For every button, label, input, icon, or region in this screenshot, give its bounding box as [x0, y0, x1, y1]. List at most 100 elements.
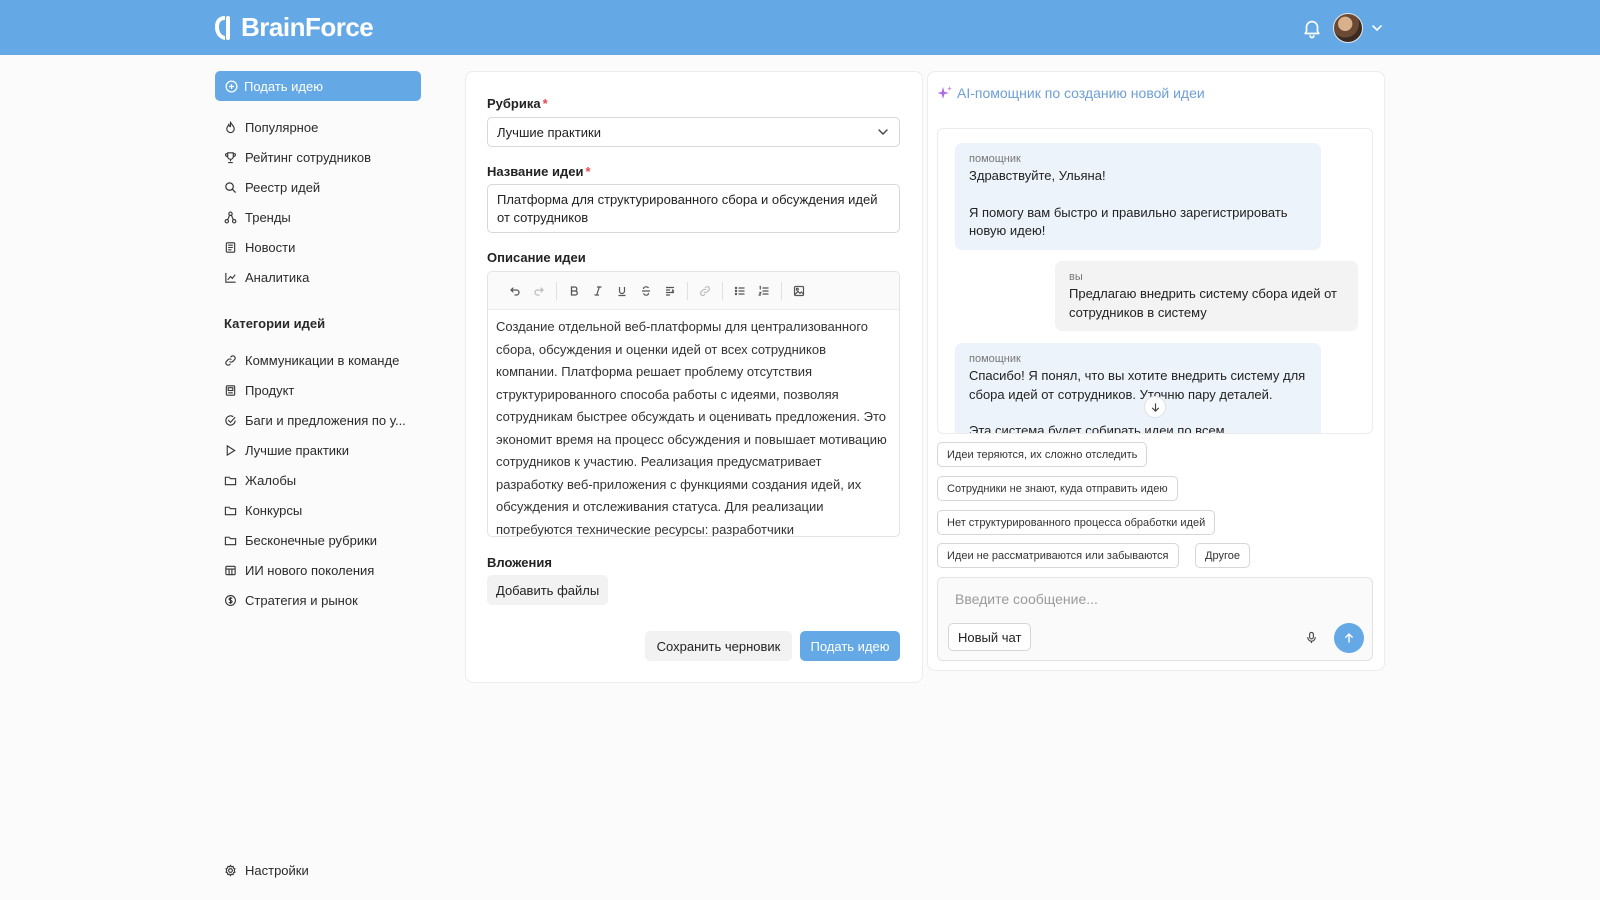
box-icon	[225, 384, 236, 396]
sidebar-item-label: Новости	[245, 239, 296, 255]
sidebar-item-label: Коммуникации в команде	[245, 352, 400, 368]
submit-idea-sidebar-button[interactable]: Подать идею	[215, 71, 421, 101]
link-button[interactable]	[693, 279, 717, 303]
idea-title-input[interactable]: Платформа для структурированного сбора и…	[487, 184, 900, 233]
flame-icon	[226, 120, 235, 133]
message-text: Спасибо! Я понял, что вы хотите внедрить…	[969, 368, 1306, 402]
numbered-list-icon	[758, 285, 769, 296]
chat-history[interactable]: помощник Здравствуйте, Ульяна! Я помогу …	[937, 128, 1373, 434]
arrow-up-icon	[1345, 633, 1353, 643]
category-label-text: Рубрика	[487, 96, 541, 111]
bold-button[interactable]	[562, 279, 586, 303]
brand-logo[interactable]: BrainForce	[213, 12, 374, 43]
strikethrough-icon	[642, 285, 650, 296]
bullet-list-button[interactable]	[728, 279, 752, 303]
message-input[interactable]	[955, 589, 1345, 609]
suggestion-chip[interactable]: Сотрудники не знают, куда отправить идею	[937, 476, 1178, 501]
chevron-down-icon[interactable]	[1370, 21, 1384, 35]
suggestion-chip-other[interactable]: Другое	[1195, 543, 1250, 568]
italic-icon	[594, 285, 602, 296]
sidebar-item-label: Продукт	[245, 382, 295, 398]
title-field-label: Название идеи *	[487, 164, 591, 179]
new-chat-button[interactable]: Новый чат	[948, 623, 1032, 651]
folder-icon	[224, 536, 237, 545]
bullet-list-icon	[734, 286, 745, 295]
italic-button[interactable]	[586, 279, 610, 303]
sidebar-category-ai[interactable]: ИИ нового поколения	[224, 559, 374, 581]
assistant-message: помощник Здравствуйте, Ульяна! Я помогу …	[955, 143, 1321, 250]
sidebar-item-label: ИИ нового поколения	[245, 562, 375, 578]
text-format-button[interactable]	[658, 279, 682, 303]
link-icon	[700, 285, 710, 296]
gear-icon	[225, 863, 236, 877]
sidebar-item-label: Настройки	[245, 862, 309, 878]
sidebar-item-popular[interactable]: Популярное	[224, 116, 318, 138]
description-text: Создание отдельной веб-платформы для цен…	[496, 319, 887, 537]
suggestion-chip[interactable]: Нет структурированного процесса обработк…	[937, 510, 1216, 535]
chart-icon	[225, 272, 236, 283]
sidebar-item-analytics[interactable]: Аналитика	[224, 266, 309, 288]
logo-text: BrainForce	[241, 12, 374, 42]
arrow-down-icon	[1151, 402, 1159, 412]
save-draft-button[interactable]: Сохранить черновик	[645, 631, 792, 661]
description-editor[interactable]: Создание отдельной веб-платформы для цен…	[487, 271, 900, 537]
sidebar-item-label: Бесконечные рубрики	[245, 532, 378, 548]
undo-button[interactable]	[503, 279, 527, 303]
sparkle-icon	[937, 86, 952, 99]
add-files-button[interactable]: Добавить файлы	[487, 575, 609, 605]
attachments-label: Вложения	[487, 555, 552, 570]
sidebar-category-bugs[interactable]: Баги и предложения по у...	[224, 409, 406, 431]
strikethrough-button[interactable]	[634, 279, 658, 303]
sidebar-item-label: Рейтинг сотрудников	[245, 149, 372, 165]
suggestion-chip[interactable]: Идеи теряются, их сложно отследить	[937, 442, 1148, 467]
message-text: Предлагаю внедрить систему сбора идей от…	[1069, 286, 1338, 320]
undo-icon	[510, 286, 520, 296]
top-header: BrainForce	[0, 0, 1600, 55]
image-icon	[793, 285, 805, 296]
newspaper-icon	[225, 241, 236, 253]
sidebar-category-strategy[interactable]: Стратегия и рынок	[224, 589, 358, 611]
bold-icon	[570, 285, 578, 296]
numbered-list-button[interactable]	[752, 279, 776, 303]
notification-bell-icon[interactable]	[1301, 17, 1323, 39]
message-author: помощник	[969, 153, 1021, 165]
microphone-button[interactable]	[1302, 628, 1320, 646]
sidebar-category-contests[interactable]: Конкурсы	[224, 499, 302, 521]
sidebar-category-communications[interactable]: Коммуникации в команде	[224, 349, 399, 371]
sidebar-item-settings[interactable]: Настройки	[224, 859, 309, 881]
sidebar-item-label: Баги и предложения по у...	[245, 412, 406, 428]
sidebar-item-trends[interactable]: Тренды	[224, 206, 291, 228]
folder-icon	[224, 476, 237, 485]
sidebar-item-rating[interactable]: Рейтинг сотрудников	[224, 146, 371, 168]
message-author: помощник	[969, 353, 1021, 365]
underline-icon	[618, 286, 626, 296]
sidebar-item-label: Популярное	[245, 119, 319, 135]
send-button[interactable]	[1334, 623, 1364, 653]
sidebar-category-best-practices[interactable]: Лучшие практики	[224, 439, 349, 461]
suggestion-chip[interactable]: Идеи не рассматриваются или забываются	[937, 543, 1179, 568]
sidebar-item-registry[interactable]: Реестр идей	[224, 176, 320, 198]
sidebar-category-product[interactable]: Продукт	[224, 379, 294, 401]
image-button[interactable]	[787, 279, 811, 303]
title-label-text: Название идеи	[487, 164, 584, 179]
message-text: Здравствуйте, Ульяна!	[969, 168, 1106, 183]
required-mark: *	[585, 164, 591, 179]
redo-icon	[534, 286, 544, 296]
submit-idea-button[interactable]: Подать идею	[800, 631, 900, 661]
user-avatar[interactable]	[1333, 13, 1363, 43]
assistant-message: помощник Спасибо! Я понял, что вы хотите…	[955, 343, 1321, 433]
description-field-label: Описание идеи	[487, 250, 586, 265]
trophy-icon	[225, 151, 236, 163]
underline-button[interactable]	[610, 279, 634, 303]
folder-icon	[224, 506, 237, 515]
ai-assistant-title: AI-помощник по созданию новой идеи	[937, 85, 1205, 101]
sidebar-category-endless[interactable]: Бесконечные рубрики	[224, 529, 377, 551]
redo-button[interactable]	[527, 279, 551, 303]
play-icon	[226, 444, 236, 456]
sidebar-item-news[interactable]: Новости	[224, 236, 295, 258]
sidebar-item-label: Реестр идей	[245, 179, 321, 195]
sidebar-item-label: Тренды	[245, 209, 291, 225]
scroll-to-bottom-button[interactable]	[1144, 396, 1166, 418]
sidebar-category-complaints[interactable]: Жалобы	[224, 469, 296, 491]
category-select[interactable]: Лучшие практики	[487, 117, 900, 147]
